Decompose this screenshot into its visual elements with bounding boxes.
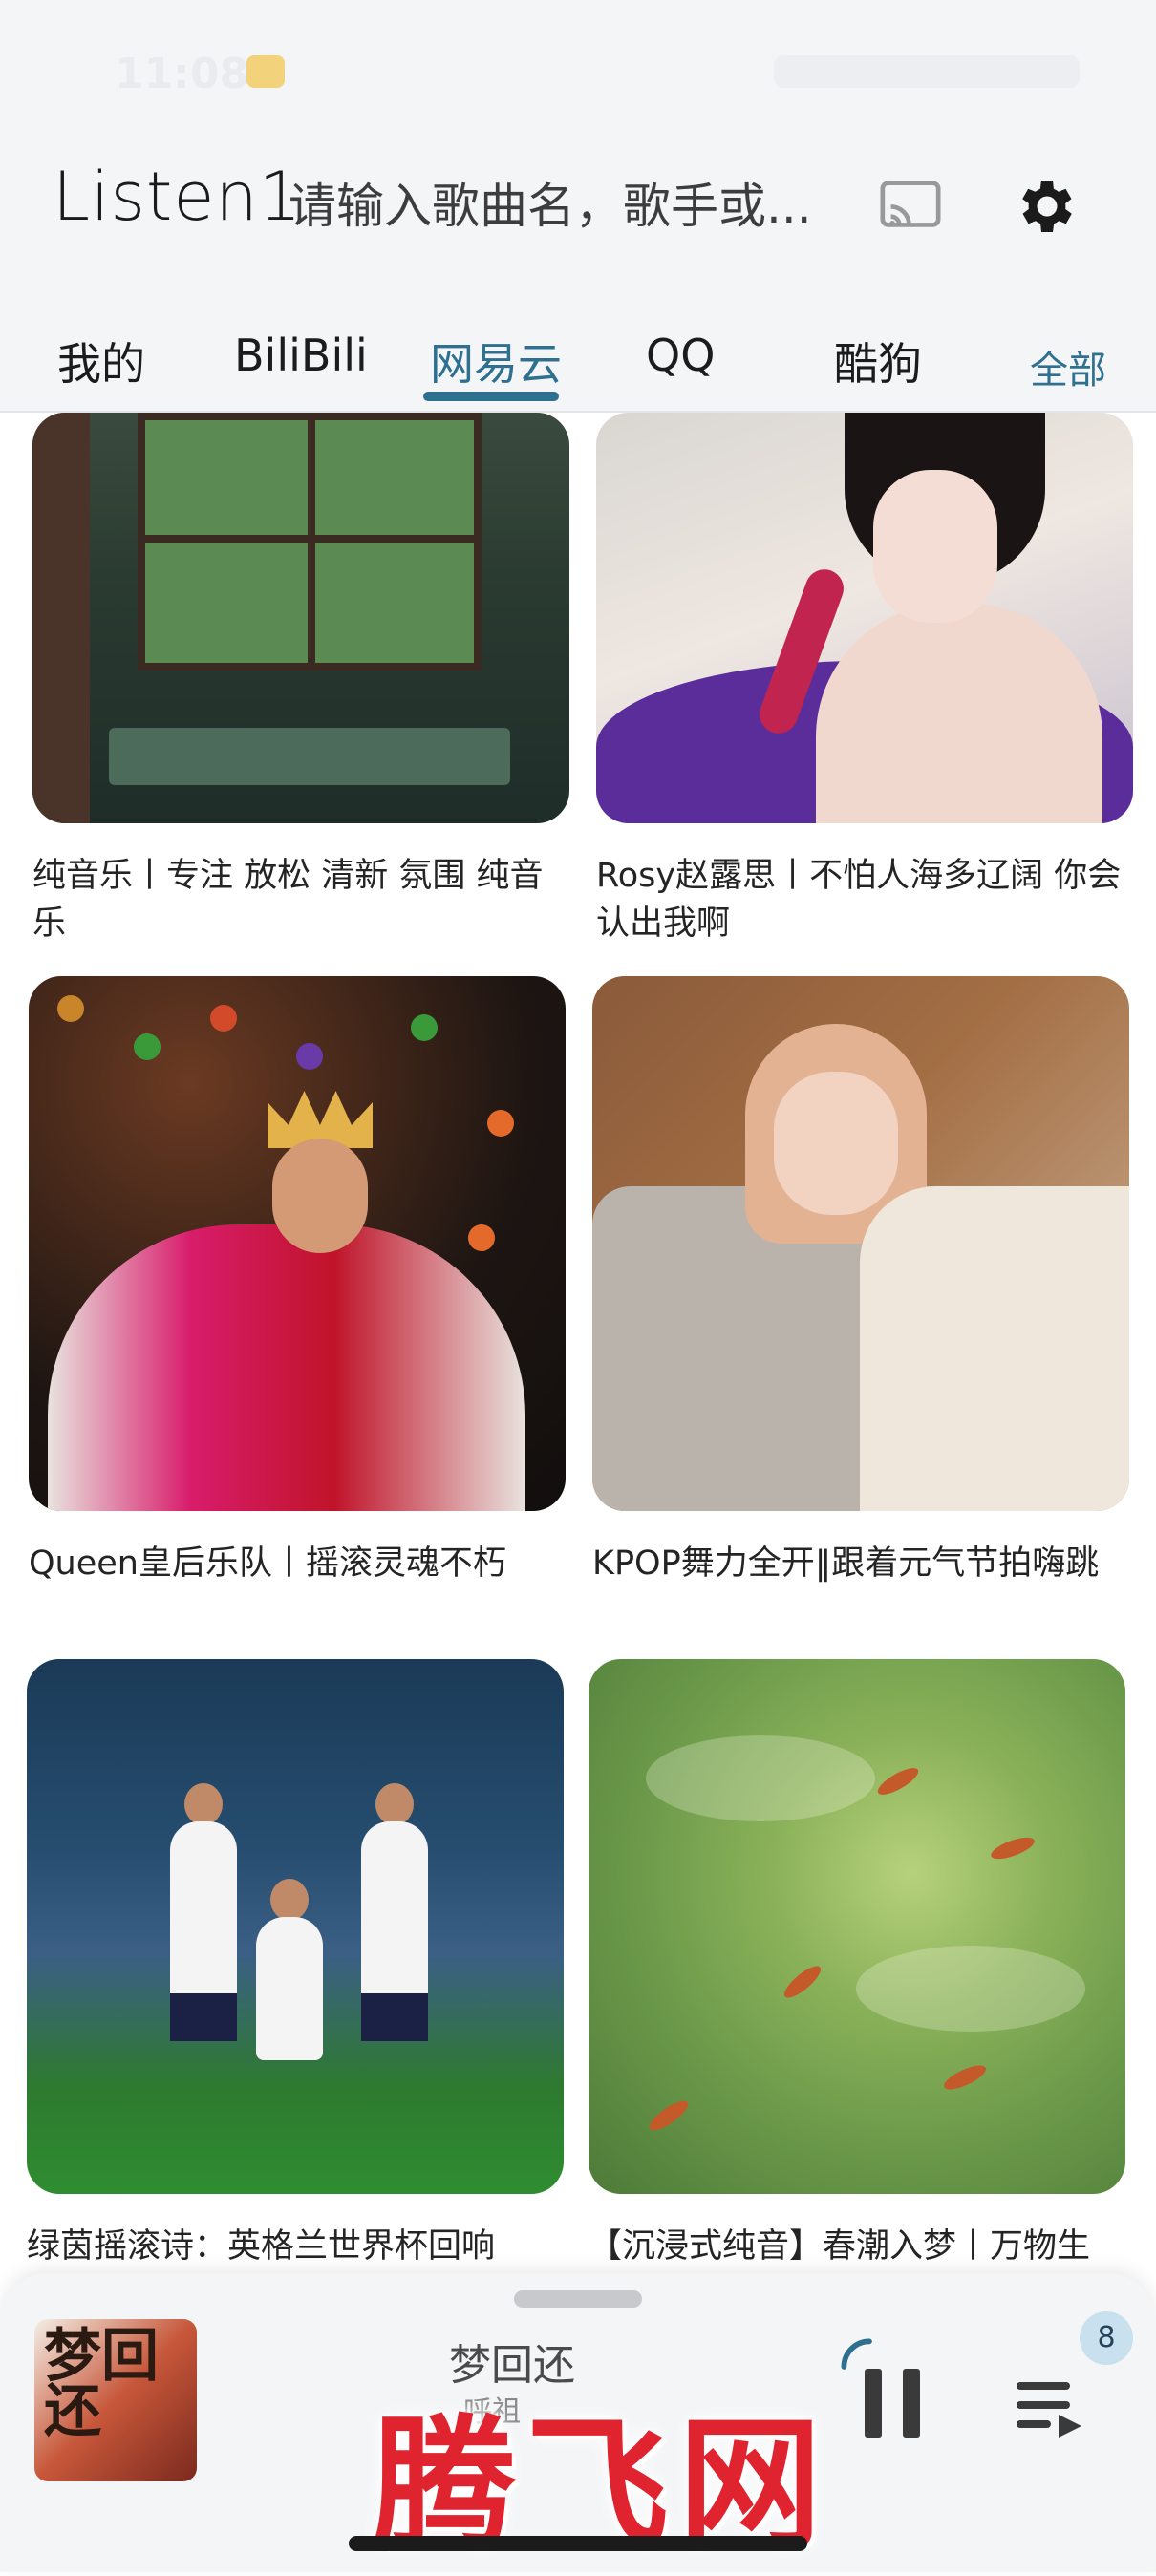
source-tabs: 我的 BiliBili 网易云 QQ 酷狗 全部 bbox=[0, 310, 1156, 406]
playlist-cover bbox=[592, 976, 1129, 1511]
playlist-card[interactable]: 【沉浸式纯音】春潮入梦丨万物生 bbox=[589, 1659, 1125, 2270]
status-icons bbox=[774, 55, 1080, 88]
tab-kugou[interactable]: 酷狗 bbox=[834, 330, 922, 393]
tab-bilibili[interactable]: BiliBili bbox=[234, 330, 368, 381]
gear-icon[interactable] bbox=[1013, 172, 1081, 241]
pause-icon bbox=[865, 2369, 882, 2438]
playlist-card[interactable]: KPOP舞力全开‖跟着元气节拍嗨跳 bbox=[592, 976, 1129, 1587]
tab-mine[interactable]: 我的 bbox=[57, 330, 145, 393]
playlist-card[interactable]: Queen皇后乐队丨摇滚灵魂不朽 bbox=[29, 976, 566, 1587]
playlist-cover bbox=[29, 976, 566, 1511]
drag-handle[interactable] bbox=[514, 2290, 642, 2308]
playlist-card[interactable]: 纯音乐丨专注 放松 清新 氛围 纯音乐 bbox=[32, 413, 569, 947]
all-tabs-button[interactable]: 全部 bbox=[1030, 339, 1106, 394]
playlist-title: 【沉浸式纯音】春潮入梦丨万物生 bbox=[589, 2227, 1091, 2266]
status-time: 11:08 bbox=[115, 50, 249, 98]
app-title: Listen1 bbox=[53, 158, 303, 236]
pause-button[interactable] bbox=[865, 2369, 928, 2438]
mini-player[interactable]: 梦回还 梦回还 呼祖 腾飞网 8 bbox=[0, 2273, 1156, 2572]
playlist-cover bbox=[596, 413, 1133, 823]
message-notification-icon bbox=[246, 55, 285, 88]
app-header: Listen1 我的 BiliBili 网易云 QQ 酷狗 全部 bbox=[0, 143, 1156, 413]
playlist-title: 绿茵摇滚诗：英格兰世界杯回响 bbox=[27, 2227, 496, 2266]
playlist-title: KPOP舞力全开‖跟着元气节拍嗨跳 bbox=[592, 1544, 1100, 1583]
playlist-title: Queen皇后乐队丨摇滚灵魂不朽 bbox=[29, 1544, 506, 1583]
tab-netease[interactable]: 网易云 bbox=[430, 330, 562, 393]
playlist-cover bbox=[27, 1659, 564, 2194]
search-input[interactable] bbox=[287, 172, 825, 241]
playlist-card[interactable]: 绿茵摇滚诗：英格兰世界杯回响 bbox=[27, 1659, 564, 2270]
cover-calligraphy: 梦回还 bbox=[44, 2323, 159, 2445]
home-indicator[interactable] bbox=[349, 2536, 807, 2551]
playlist-cover bbox=[589, 1659, 1125, 2194]
now-playing-cover[interactable]: 梦回还 bbox=[34, 2319, 197, 2481]
active-tab-indicator bbox=[423, 392, 559, 401]
playlist-card[interactable]: Rosy赵露思丨不怕人海多辽阔 你会认出我啊 bbox=[596, 413, 1133, 947]
playlist-grid: 纯音乐丨专注 放松 清新 氛围 纯音乐 Rosy赵露思丨不怕人海多辽阔 你会认出… bbox=[0, 413, 1156, 2275]
tab-qq[interactable]: QQ bbox=[646, 330, 715, 381]
queue-count-badge: 8 bbox=[1080, 2311, 1133, 2365]
status-bar: 11:08 bbox=[0, 0, 1156, 143]
queue-icon[interactable] bbox=[1013, 2374, 1089, 2440]
playlist-cover bbox=[32, 413, 569, 823]
cast-icon[interactable] bbox=[877, 172, 944, 239]
playlist-title: 纯音乐丨专注 放松 清新 氛围 纯音乐 bbox=[32, 857, 544, 943]
playlist-title: Rosy赵露思丨不怕人海多辽阔 你会认出我啊 bbox=[596, 857, 1122, 943]
